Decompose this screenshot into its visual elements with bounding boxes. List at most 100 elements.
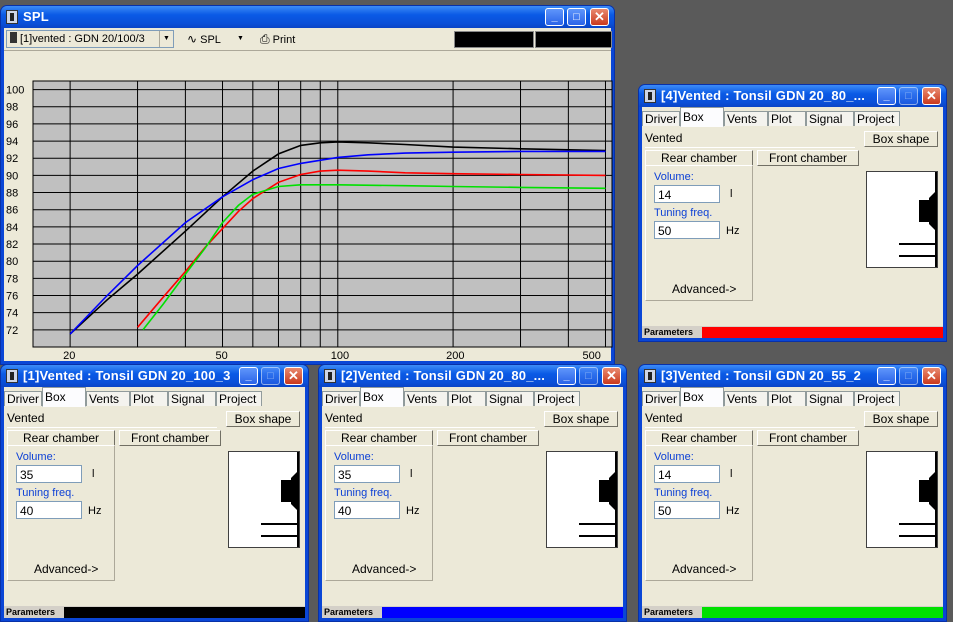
tab-driver[interactable]: Driver bbox=[322, 391, 360, 406]
rear-chamber-button[interactable]: Rear chamber bbox=[325, 430, 433, 446]
print-label: Print bbox=[272, 34, 296, 46]
tab-vents[interactable]: Vents bbox=[724, 391, 768, 406]
minimize-button[interactable]: _ bbox=[877, 87, 896, 105]
close-button[interactable]: ✕ bbox=[922, 367, 941, 385]
speaker-icon bbox=[10, 32, 17, 43]
front-chamber-button[interactable]: Front chamber bbox=[119, 430, 221, 446]
volume-label: Volume: bbox=[16, 451, 56, 463]
tab-project[interactable]: Project bbox=[534, 391, 580, 406]
tab-vents[interactable]: Vents bbox=[724, 111, 768, 126]
x-tick-label: 100 bbox=[331, 350, 349, 362]
box-window-titlebar[interactable]: [3]Vented : Tonsil GDN 20_55_2 _ □ ✕ bbox=[639, 365, 946, 387]
tab-signal[interactable]: Signal bbox=[168, 391, 216, 406]
tab-box[interactable]: Box bbox=[360, 387, 404, 407]
minimize-icon: _ bbox=[245, 370, 252, 382]
front-chamber-button[interactable]: Front chamber bbox=[757, 150, 859, 166]
speaker-box-icon bbox=[899, 172, 937, 267]
speaker-box-icon bbox=[579, 452, 617, 547]
box-shape-button[interactable]: Box shape bbox=[226, 411, 300, 427]
advanced-link[interactable]: Advanced-> bbox=[352, 562, 416, 576]
rear-chamber-button[interactable]: Rear chamber bbox=[645, 430, 753, 446]
y-tick-label: 78 bbox=[6, 273, 18, 285]
tab-driver[interactable]: Driver bbox=[4, 391, 42, 406]
box-shape-button[interactable]: Box shape bbox=[864, 131, 938, 147]
tuning-field[interactable]: 50 bbox=[654, 221, 720, 239]
box-shape-button[interactable]: Box shape bbox=[544, 411, 618, 427]
volume-field[interactable]: 14 bbox=[654, 185, 720, 203]
spl-titlebar[interactable]: SPL _ □ ✕ bbox=[1, 6, 614, 28]
minimize-button[interactable]: _ bbox=[877, 367, 896, 385]
tab-project[interactable]: Project bbox=[854, 391, 900, 406]
minimize-button[interactable]: _ bbox=[545, 8, 564, 26]
tab-plot[interactable]: Plot bbox=[768, 111, 806, 126]
tab-driver[interactable]: Driver bbox=[642, 111, 680, 126]
maximize-button[interactable]: □ bbox=[899, 87, 918, 105]
tuning-field[interactable]: 40 bbox=[16, 501, 82, 519]
volume-field[interactable]: 14 bbox=[654, 465, 720, 483]
tab-project[interactable]: Project bbox=[854, 111, 900, 126]
close-icon: ✕ bbox=[606, 368, 617, 383]
box-window-title: [3]Vented : Tonsil GDN 20_55_2 bbox=[661, 368, 862, 383]
tuning-label: Tuning freq. bbox=[334, 487, 393, 499]
volume-field[interactable]: 35 bbox=[334, 465, 400, 483]
advanced-link[interactable]: Advanced-> bbox=[672, 282, 736, 296]
box-window-titlebar[interactable]: [1]Vented : Tonsil GDN 20_100_3 _ □ ✕ bbox=[1, 365, 308, 387]
front-chamber-button[interactable]: Front chamber bbox=[757, 430, 859, 446]
tab-box[interactable]: Box bbox=[680, 387, 724, 407]
tab-vents[interactable]: Vents bbox=[86, 391, 130, 406]
box-shape-button[interactable]: Box shape bbox=[864, 411, 938, 427]
volume-label: Volume: bbox=[334, 451, 374, 463]
rear-chamber-group: Volume: 14 l Tuning freq. 50 Hz Advanced-> bbox=[645, 165, 753, 301]
close-button[interactable]: ✕ bbox=[922, 87, 941, 105]
print-button[interactable]: ⎙ Print bbox=[256, 30, 306, 48]
close-button[interactable]: ✕ bbox=[590, 8, 609, 26]
minimize-button[interactable]: _ bbox=[239, 367, 258, 385]
tuning-unit: Hz bbox=[406, 505, 420, 517]
box-preview bbox=[546, 451, 618, 548]
tuning-field[interactable]: 40 bbox=[334, 501, 400, 519]
mode-label: SPL bbox=[200, 34, 221, 46]
close-icon: ✕ bbox=[926, 88, 937, 103]
maximize-button[interactable]: □ bbox=[899, 367, 918, 385]
maximize-button[interactable]: □ bbox=[261, 367, 280, 385]
tab-plot[interactable]: Plot bbox=[768, 391, 806, 406]
driver-combo[interactable]: [1]vented : GDN 20/100/3 ▼ bbox=[6, 30, 174, 48]
display-left bbox=[454, 31, 534, 48]
volume-field[interactable]: 35 bbox=[16, 465, 82, 483]
front-chamber-button[interactable]: Front chamber bbox=[437, 430, 539, 446]
rear-chamber-group: Volume: 14 l Tuning freq. 50 Hz Advanced-> bbox=[645, 445, 753, 581]
tab-box[interactable]: Box bbox=[42, 387, 86, 407]
tab-vents[interactable]: Vents bbox=[404, 391, 448, 406]
rear-chamber-button[interactable]: Rear chamber bbox=[645, 150, 753, 166]
box-pane: Vented Box shape Rear chamber Front chamber… bbox=[642, 127, 943, 338]
close-button[interactable]: ✕ bbox=[602, 367, 621, 385]
tab-plot[interactable]: Plot bbox=[448, 391, 486, 406]
maximize-button[interactable]: □ bbox=[579, 367, 598, 385]
box-preview bbox=[866, 171, 938, 268]
maximize-button[interactable]: □ bbox=[567, 8, 586, 26]
advanced-link[interactable]: Advanced-> bbox=[34, 562, 98, 576]
tuning-label: Tuning freq. bbox=[654, 207, 713, 219]
tab-signal[interactable]: Signal bbox=[806, 111, 854, 126]
box-window: [2]Vented : Tonsil GDN 20_80_... _ □ ✕ Drive… bbox=[318, 364, 627, 622]
rear-chamber-button[interactable]: Rear chamber bbox=[7, 430, 115, 446]
tuning-field[interactable]: 50 bbox=[654, 501, 720, 519]
tuning-unit: Hz bbox=[726, 505, 740, 517]
tab-signal[interactable]: Signal bbox=[486, 391, 534, 406]
box-window-titlebar[interactable]: [4]Vented : Tonsil GDN 20_80_... _ □ ✕ bbox=[639, 85, 946, 107]
box-window: [3]Vented : Tonsil GDN 20_55_2 _ □ ✕ Driver B… bbox=[638, 364, 947, 622]
speaker-box-icon bbox=[899, 452, 937, 547]
tab-plot[interactable]: Plot bbox=[130, 391, 168, 406]
y-tick-label: 94 bbox=[6, 136, 18, 148]
chevron-down-icon: ▼ bbox=[159, 31, 173, 47]
tab-box[interactable]: Box bbox=[680, 107, 724, 127]
mode-combo[interactable]: ∿ SPL ▼ bbox=[182, 30, 248, 48]
tab-project[interactable]: Project bbox=[216, 391, 262, 406]
close-button[interactable]: ✕ bbox=[284, 367, 303, 385]
volume-unit: l bbox=[730, 188, 733, 200]
advanced-link[interactable]: Advanced-> bbox=[672, 562, 736, 576]
minimize-button[interactable]: _ bbox=[557, 367, 576, 385]
tab-signal[interactable]: Signal bbox=[806, 391, 854, 406]
tab-driver[interactable]: Driver bbox=[642, 391, 680, 406]
box-window-titlebar[interactable]: [2]Vented : Tonsil GDN 20_80_... _ □ ✕ bbox=[319, 365, 626, 387]
